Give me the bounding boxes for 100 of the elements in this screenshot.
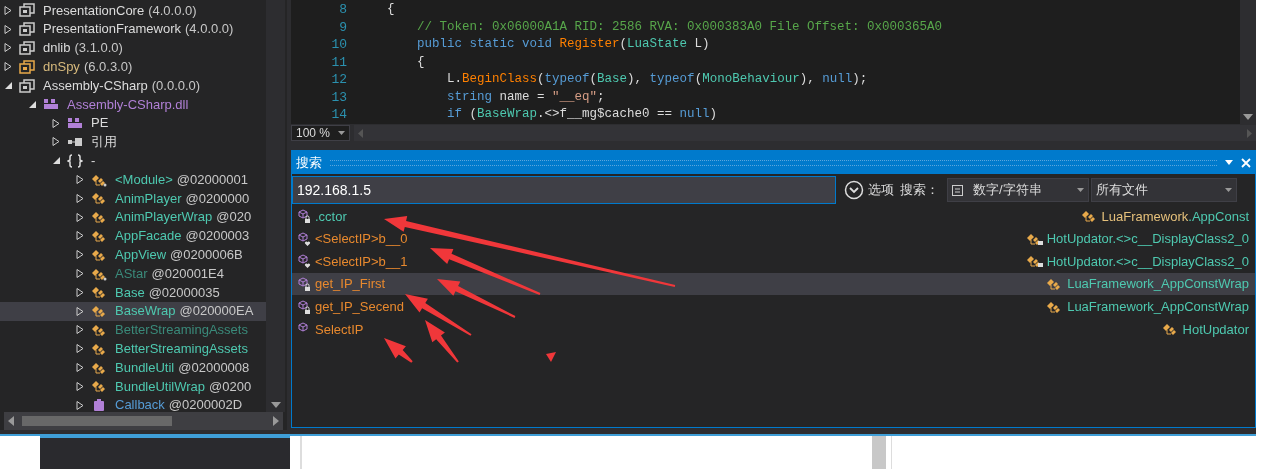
search-result-row[interactable]: get_IP_First LuaFramework_AppConstWrap [292,272,1255,296]
search-result-row[interactable]: <SelectIP>b__0 HotUpdator.<>c__DisplayClass2_0 [292,227,1255,251]
expand-icon[interactable] [76,212,85,222]
tree-item-detail: @0200006B [170,246,243,264]
editor-scrollbar[interactable] [1240,0,1256,124]
code-line: public static void Register(LuaState L) [416,36,710,54]
result-name: <SelectIP>b__1 [315,252,408,271]
class-icon [1025,254,1044,269]
expand-icon[interactable] [4,62,13,72]
tree-item-detail: @02000001 [176,170,248,189]
tree-row[interactable]: dnSpy (6.0.3.0) [0,57,266,77]
scroll-right-icon[interactable] [273,416,279,426]
zoom-dropdown[interactable]: 100 % [291,125,351,141]
class-icon [91,285,107,300]
page-border [300,436,302,469]
tree-row[interactable]: PresentationFramework (4.0.0.0) [0,19,266,39]
vertical-scrollbar[interactable] [266,0,285,412]
expand-options-icon[interactable] [844,180,864,200]
tree-row[interactable]: Callback @0200002D [0,395,266,412]
code-line: string name = "__eq"; [446,88,605,106]
tree-row[interactable]: - [0,151,266,171]
internal-method-icon [298,254,311,269]
expand-icon[interactable] [76,400,85,410]
page-scrollbar[interactable] [872,436,886,469]
assembly-icon [19,59,35,74]
tree-row[interactable]: BundleUtil @02000008 [0,358,266,377]
tree-item-label: 引用 [91,133,117,152]
tree-row[interactable]: AnimPlayer @0200000 [0,188,266,208]
tree-row[interactable]: AppFacade @0200003 [0,226,266,246]
tree-item-detail: @0200000 [185,189,250,208]
tree-row[interactable]: <Module> @02000001 [0,170,266,189]
collapse-icon[interactable] [52,156,61,166]
tree-row[interactable]: BetterStreamingAssets [0,339,266,359]
search-result-row[interactable]: get_IP_Secend LuaFramework_AppConstWrap [292,295,1255,318]
search-result-row[interactable]: <SelectIP>b__1 HotUpdator.<>c__DisplayClass2_0 [292,250,1255,273]
expand-icon[interactable] [76,193,85,203]
options-link[interactable]: 选项 [868,180,894,200]
result-name: .cctor [315,207,347,226]
expand-icon[interactable] [76,269,85,279]
expand-icon[interactable] [4,5,13,15]
class-icon [1025,231,1044,246]
search-scope-dropdown[interactable]: 所有文件 [1091,178,1237,202]
dropdown-caret-icon [1077,188,1084,192]
search-result-row[interactable]: .cctor LuaFramework.AppConst [292,205,1255,228]
scrollbar-thumb[interactable] [22,416,172,426]
tree-row[interactable]: BetterStreamingAssets [0,320,266,340]
search-type-dropdown[interactable]: 数字/字符串 [947,178,1089,202]
result-name: get_IP_Secend [315,297,404,316]
expand-icon[interactable] [76,363,85,373]
tree-item-detail: (4.0.0.0) [148,1,197,20]
tree-row[interactable]: Base @02000035 [0,282,266,302]
expand-icon[interactable] [52,118,61,128]
expand-icon[interactable] [76,250,85,260]
tree-item-label: Base [115,283,145,302]
collapse-icon[interactable] [28,99,37,109]
tree-item-label: PresentationFramework [43,20,181,39]
expand-icon[interactable] [4,24,13,34]
class-icon [91,379,107,394]
tree-row[interactable]: Assembly-CSharp (0.0.0.0) [0,76,266,95]
zoom-level: 100 % [295,125,332,142]
expand-icon[interactable] [4,43,13,53]
class-icon [91,341,107,356]
close-icon[interactable] [1241,157,1251,168]
search-result-row[interactable]: SelectIP HotUpdator [292,317,1255,341]
scroll-down-icon[interactable] [1243,114,1253,120]
line-number: 13 [330,88,348,107]
module-icon [67,117,83,130]
expand-icon[interactable] [76,175,85,185]
expand-icon[interactable] [76,381,85,391]
expand-icon[interactable] [76,344,85,354]
expand-icon[interactable] [76,287,85,297]
code-line: // Token: 0x06000A1A RID: 2586 RVA: 0x000383A0 File Offset: 0x000365A0 [416,18,943,36]
tree-row[interactable]: BaseWrap @020000EA [0,301,266,321]
expand-icon[interactable] [76,306,85,316]
tree-item-label: AStar [115,264,148,283]
tree-row[interactable]: 引用 [0,132,266,152]
collapse-icon[interactable] [4,81,13,91]
annotation-arrowhead [546,352,556,362]
tree-item-detail: @0200002D [168,396,243,412]
search-field[interactable]: 192.168.1.5 [292,176,836,204]
class-icon [91,172,107,187]
expand-icon[interactable] [76,325,85,335]
scroll-down-icon[interactable] [270,402,281,408]
tree-row[interactable]: BundleUtilWrap @0200 [0,376,266,396]
expand-icon[interactable] [76,231,85,241]
tree-item-detail: (3.1.0.0) [74,39,123,58]
tree-row[interactable]: PresentationCore (4.0.0.0) [0,1,266,20]
tree-row[interactable]: PE [0,113,266,133]
tree-item-detail: (6.0.3.0) [83,58,133,77]
horizontal-scrollbar[interactable] [4,412,283,430]
tree-row[interactable]: AnimPlayerWrap @020 [0,207,266,227]
expand-icon[interactable] [52,137,61,147]
result-location: HotUpdator [1182,320,1249,339]
internal-method-icon [298,231,311,246]
tree-row[interactable]: Assembly-CSharp.dll [0,95,266,114]
tree-row[interactable]: AStar @020001E4 [0,264,266,283]
dropdown-icon[interactable] [1225,160,1233,165]
tree-row[interactable]: dnlib (3.1.0.0) [0,38,266,58]
scroll-left-icon[interactable] [8,416,14,426]
tree-row[interactable]: AppView @0200006B [0,245,266,265]
